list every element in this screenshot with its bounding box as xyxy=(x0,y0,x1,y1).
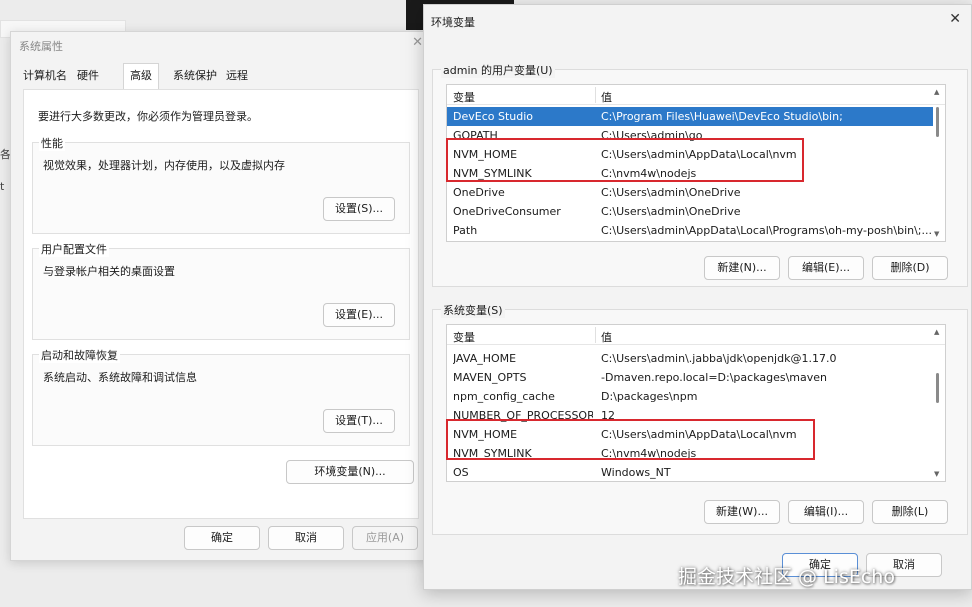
column-header-name[interactable]: 变量 xyxy=(453,329,475,345)
user-delete-button[interactable]: 删除(D) xyxy=(872,256,948,280)
system-new-button[interactable]: 新建(W)... xyxy=(704,500,780,524)
startup-recovery-settings-button[interactable]: 设置(T)... xyxy=(323,409,395,433)
table-row[interactable]: OneDriveConsumer C:\Users\admin\OneDrive xyxy=(447,202,933,221)
variable-value: C:\Users\admin\OneDrive xyxy=(601,186,741,199)
system-edit-button[interactable]: 编辑(I)... xyxy=(788,500,864,524)
column-header-value[interactable]: 值 xyxy=(601,329,612,345)
user-new-button[interactable]: 新建(N)... xyxy=(704,256,780,280)
scroll-down-icon[interactable]: ▼ xyxy=(934,230,939,238)
variable-value: C:\Users\admin\OneDrive xyxy=(601,205,741,218)
scroll-down-icon[interactable]: ▼ xyxy=(934,470,939,478)
user-profiles-group: 用户配置文件 与登录帐户相关的桌面设置 设置(E)... xyxy=(32,241,410,340)
tab-hardware[interactable]: 硬件 xyxy=(77,67,99,83)
startup-recovery-group: 启动和故障恢复 系统启动、系统故障和调试信息 设置(T)... xyxy=(32,347,410,446)
variable-name: OS xyxy=(453,466,469,479)
section-label: admin 的用户变量(U) xyxy=(441,62,555,78)
table-row[interactable]: OneDrive C:\Users\admin\OneDrive xyxy=(447,183,933,202)
variable-name: JAVA_HOME xyxy=(453,352,517,365)
system-delete-button[interactable]: 删除(L) xyxy=(872,500,948,524)
performance-settings-button[interactable]: 设置(S)... xyxy=(323,197,395,221)
system-properties-dialog: 系统属性 ✕ 计算机名 硬件 高级 系统保护 远程 要进行大多数更改，你必须作为… xyxy=(10,31,430,561)
variable-name: MAVEN_OPTS xyxy=(453,371,527,384)
environment-variables-dialog: 环境变量 ✕ admin 的用户变量(U) 变量 值 DevEco Studio… xyxy=(423,4,972,590)
tab-system-protection[interactable]: 系统保护 xyxy=(173,67,217,83)
vertical-scrollbar[interactable]: ▲ ▼ xyxy=(931,85,945,241)
table-row[interactable]: DevEco Studio C:\Program Files\Huawei\De… xyxy=(447,107,933,126)
variable-value: D:\packages\npm xyxy=(601,390,698,403)
dialog-title: 系统属性 xyxy=(19,40,63,53)
dialog-title: 环境变量 xyxy=(431,16,475,29)
table-row[interactable]: npm_config_cache D:\packages\npm xyxy=(447,387,933,406)
group-label: 用户配置文件 xyxy=(39,241,109,257)
highlight-box xyxy=(446,138,804,182)
tab-advanced[interactable]: 高级 xyxy=(123,63,159,89)
watermark: 掘金技术社区 @ LisEcho xyxy=(678,566,895,588)
variable-value: C:\Users\admin\AppData\Local\Programs\oh… xyxy=(601,224,931,237)
table-row[interactable]: JAVA_HOME C:\Users\admin\.jabba\jdk\open… xyxy=(447,349,933,368)
edge-text-fragment: t xyxy=(0,180,5,193)
cancel-button[interactable]: 取消 xyxy=(268,526,344,550)
table-row[interactable]: OS Windows_NT xyxy=(447,463,933,481)
table-row[interactable]: Path C:\Users\admin\AppData\Local\Progra… xyxy=(447,221,933,240)
scroll-thumb[interactable] xyxy=(936,373,939,403)
list-header: 变量 值 xyxy=(447,325,945,345)
close-icon[interactable]: ✕ xyxy=(412,35,423,50)
group-label: 启动和故障恢复 xyxy=(39,347,120,363)
column-header-value[interactable]: 值 xyxy=(601,89,612,105)
advanced-tab-panel: 要进行大多数更改，你必须作为管理员登录。 性能 视觉效果，处理器计划，内存使用，… xyxy=(23,89,419,519)
tab-computer-name[interactable]: 计算机名 xyxy=(23,67,67,83)
scroll-up-icon[interactable]: ▲ xyxy=(934,328,939,336)
admin-notice: 要进行大多数更改，你必须作为管理员登录。 xyxy=(38,110,258,123)
variable-name: OneDriveConsumer xyxy=(453,205,561,218)
scroll-up-icon[interactable]: ▲ xyxy=(934,88,939,96)
group-description: 与登录帐户相关的桌面设置 xyxy=(43,265,175,278)
highlight-box xyxy=(446,419,815,460)
variable-value: Windows_NT xyxy=(601,466,671,479)
apply-button[interactable]: 应用(A) xyxy=(352,526,418,550)
variable-name: Path xyxy=(453,224,478,237)
variable-value: C:\Users\admin\.jabba\jdk\openjdk@1.17.0 xyxy=(601,352,837,365)
user-profiles-settings-button[interactable]: 设置(E)... xyxy=(323,303,395,327)
group-description: 视觉效果，处理器计划，内存使用，以及虚拟内存 xyxy=(43,159,285,172)
variable-value: -Dmaven.repo.local=D:\packages\maven xyxy=(601,371,828,384)
user-edit-button[interactable]: 编辑(E)... xyxy=(788,256,864,280)
variable-value: C:\Program Files\Huawei\DevEco Studio\bi… xyxy=(601,110,843,123)
ok-button[interactable]: 确定 xyxy=(184,526,260,550)
column-header-name[interactable]: 变量 xyxy=(453,89,475,105)
environment-variables-button[interactable]: 环境变量(N)... xyxy=(286,460,414,484)
variable-name: DevEco Studio xyxy=(453,110,534,123)
group-label: 性能 xyxy=(39,135,65,151)
variable-name: OneDrive xyxy=(453,186,505,199)
list-header: 变量 值 xyxy=(447,85,945,105)
tab-remote[interactable]: 远程 xyxy=(226,67,248,83)
variable-name: npm_config_cache xyxy=(453,390,555,403)
section-label: 系统变量(S) xyxy=(441,302,505,318)
group-description: 系统启动、系统故障和调试信息 xyxy=(43,371,197,384)
vertical-scrollbar[interactable]: ▲ ▼ xyxy=(931,325,945,481)
performance-group: 性能 视觉效果，处理器计划，内存使用，以及虚拟内存 设置(S)... xyxy=(32,135,410,234)
table-row[interactable]: MAVEN_OPTS -Dmaven.repo.local=D:\package… xyxy=(447,368,933,387)
close-icon[interactable]: ✕ xyxy=(949,11,961,27)
scroll-thumb[interactable] xyxy=(936,107,939,137)
